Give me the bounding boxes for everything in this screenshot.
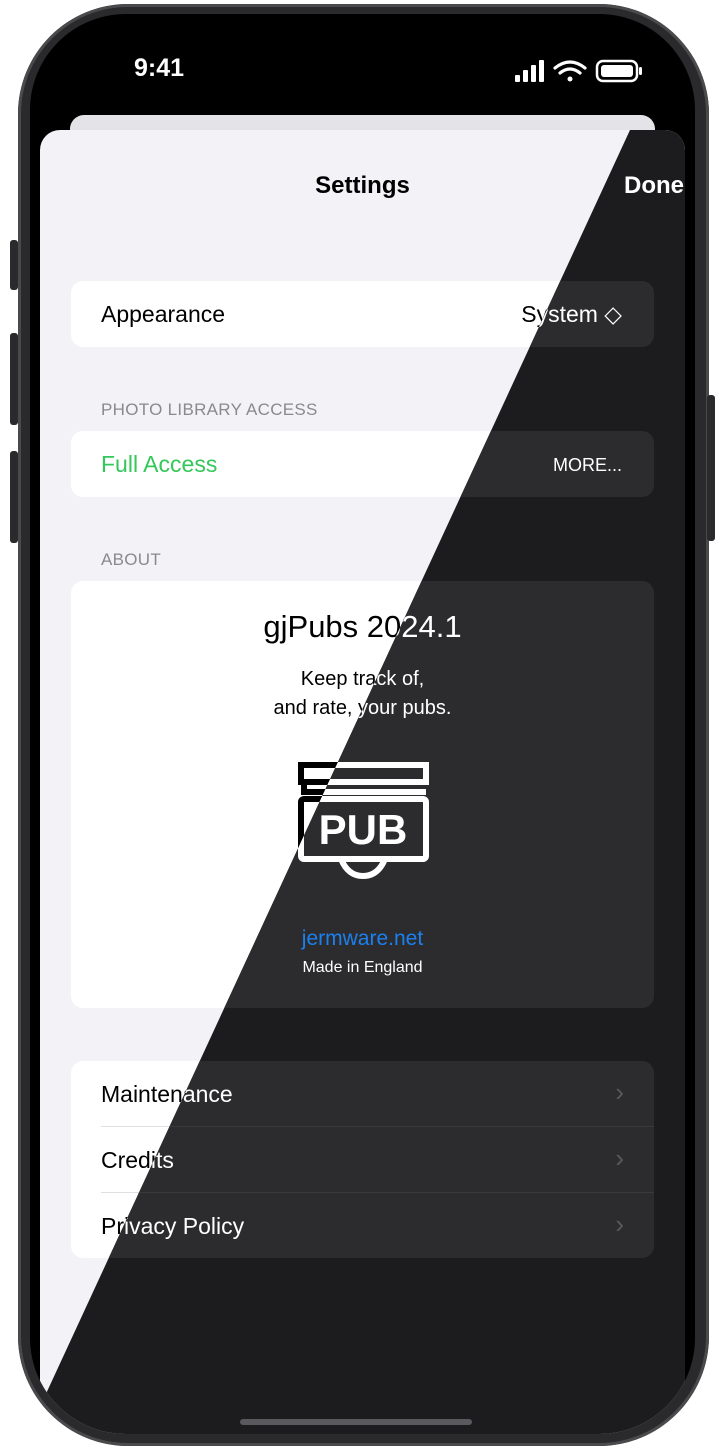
power-button (707, 395, 715, 541)
volume-down-button (10, 451, 18, 543)
cellular-signal-icon (515, 60, 544, 82)
nav-title: Settings (315, 172, 410, 199)
status-time: 9:41 (134, 54, 185, 82)
about-header: ABOUT (101, 550, 162, 569)
more-button[interactable]: MORE... (553, 455, 622, 476)
settings-sheet: Settings Done Appearance System ◇ PHOTO … (40, 130, 685, 1434)
status-icons (515, 59, 642, 83)
home-indicator (240, 1419, 472, 1425)
photo-access-status: Full Access (101, 451, 218, 477)
photo-access-header: PHOTO LIBRARY ACCESS (101, 400, 318, 419)
chevron-right-icon: › (615, 1209, 624, 1239)
battery-icon (595, 59, 642, 83)
chevron-right-icon: › (615, 1077, 624, 1107)
volume-up-button (10, 333, 18, 425)
chevron-right-icon: › (615, 1143, 624, 1173)
mute-switch (10, 240, 18, 290)
menu-item-privacy-policy[interactable]: Privacy Policy › (71, 1193, 654, 1258)
screen: 9:41 Settings Done Appearance System ◇ (30, 14, 695, 1434)
wifi-icon (553, 60, 587, 82)
appearance-label: Appearance (101, 301, 226, 327)
done-button[interactable]: Done (624, 172, 684, 200)
logo-text: PUB (319, 806, 408, 853)
